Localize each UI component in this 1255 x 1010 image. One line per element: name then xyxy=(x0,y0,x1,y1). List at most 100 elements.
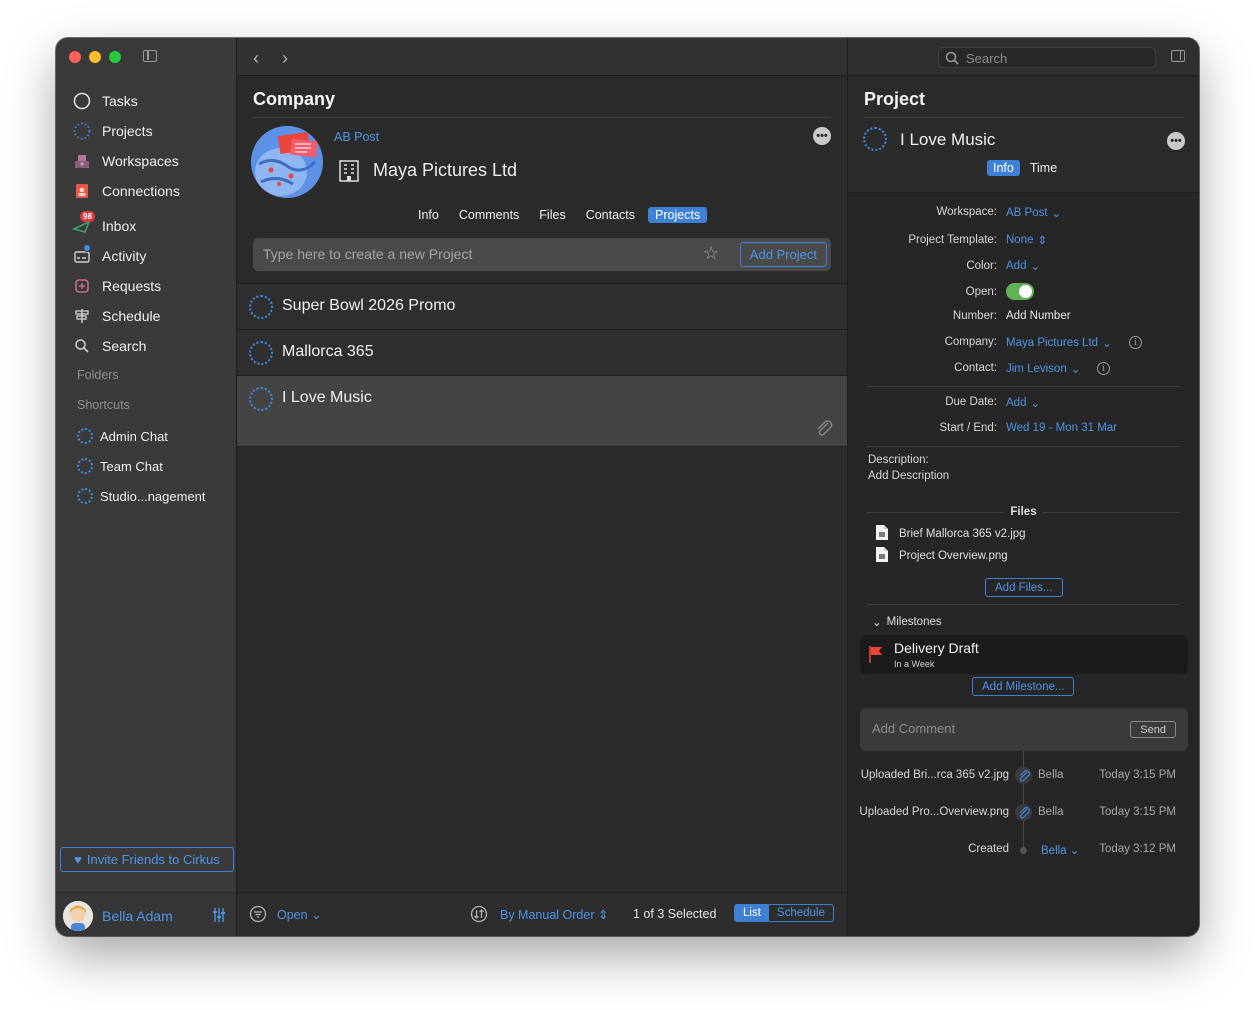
project-row-i-love-music[interactable]: I Love Music xyxy=(237,375,847,447)
document-icon xyxy=(875,524,889,544)
inspector-toggle-icon[interactable] xyxy=(1171,50,1185,62)
search-placeholder: Search xyxy=(966,51,1008,66)
file-item[interactable]: Project Overview.png xyxy=(875,546,1008,566)
page-title: Company xyxy=(253,89,336,109)
template-dropdown[interactable]: None ⇕ xyxy=(1006,233,1047,247)
sidebar-item-tasks[interactable]: Tasks xyxy=(72,90,138,112)
zoom-window-button[interactable] xyxy=(109,51,121,63)
filter-dropdown[interactable]: Open ⌄ xyxy=(277,907,322,922)
avatar[interactable] xyxy=(63,901,93,931)
filter-icon[interactable] xyxy=(249,905,267,926)
more-options-button[interactable]: ••• xyxy=(813,127,831,145)
minimize-window-button[interactable] xyxy=(89,51,101,63)
contact-label: Contact: xyxy=(954,362,997,374)
star-icon[interactable]: ☆ xyxy=(703,243,719,264)
shortcut-team-chat[interactable]: Team Chat xyxy=(77,456,163,476)
sidebar-item-projects[interactable]: Projects xyxy=(72,120,153,142)
project-title: Mallorca 365 xyxy=(282,343,374,360)
inspector-header: Project I Love Music ••• Info Time xyxy=(848,77,1199,193)
workspace-label: Workspace: xyxy=(936,206,997,218)
tab-info[interactable]: Info xyxy=(411,207,446,223)
sidebar-item-requests[interactable]: Requests xyxy=(72,275,161,297)
tab-contacts[interactable]: Contacts xyxy=(579,207,642,223)
contact-dropdown[interactable]: Jim Levison ⌄ xyxy=(1006,362,1080,376)
milestones-header[interactable]: ⌄ Milestones xyxy=(872,615,942,629)
add-project-button[interactable]: Add Project xyxy=(739,242,827,267)
forward-chevron-icon[interactable]: › xyxy=(282,48,288,69)
search-field[interactable]: Search xyxy=(938,47,1156,68)
sidebar-toggle-icon[interactable] xyxy=(143,50,157,62)
middle-footer: Open ⌄ By Manual Order ⇕ 1 of 3 Selected… xyxy=(237,892,847,936)
project-name[interactable]: I Love Music xyxy=(900,130,995,150)
workspace-link[interactable]: AB Post xyxy=(334,130,379,144)
color-dropdown[interactable]: Add ⌄ xyxy=(1006,259,1040,273)
project-row-super-bowl[interactable]: Super Bowl 2026 Promo xyxy=(237,283,847,329)
project-status-icon[interactable] xyxy=(863,127,887,151)
sidebar-item-connections[interactable]: Connections xyxy=(72,180,180,202)
sidebar-item-workspaces[interactable]: Workspaces xyxy=(72,150,179,172)
due-date-label: Due Date: xyxy=(945,396,997,408)
shortcut-label: Studio...nagement xyxy=(100,488,206,504)
workspace-dropdown[interactable]: AB Post ⌄ xyxy=(1006,206,1061,220)
chevron-down-icon: ⌄ xyxy=(1102,338,1112,350)
sidebar-item-search[interactable]: Search xyxy=(72,335,146,357)
view-switcher: List Schedule xyxy=(734,904,834,922)
shortcut-studio-management[interactable]: Studio...nagement xyxy=(77,486,206,506)
user-name[interactable]: Bella Adam xyxy=(102,908,173,924)
sidebar-item-activity[interactable]: Activity xyxy=(72,244,146,267)
list-view-button[interactable]: List xyxy=(735,905,769,921)
project-status-icon[interactable] xyxy=(249,295,273,319)
company-info-icon[interactable]: i xyxy=(1129,336,1142,349)
tab-comments[interactable]: Comments xyxy=(452,207,526,223)
back-chevron-icon[interactable]: ‹ xyxy=(253,48,259,69)
folders-section-label[interactable]: Folders xyxy=(77,368,119,382)
file-item[interactable]: Brief Mallorca 365 v2.jpg xyxy=(875,524,1026,544)
open-toggle[interactable] xyxy=(1006,283,1034,300)
timeline-line xyxy=(1023,751,1024,851)
project-status-icon[interactable] xyxy=(249,387,273,411)
schedule-view-button[interactable]: Schedule xyxy=(769,905,833,921)
dotted-circle-icon xyxy=(77,428,93,444)
tab-info[interactable]: Info xyxy=(987,160,1020,176)
contact-info-icon[interactable]: i xyxy=(1097,362,1110,375)
contact-value: Jim Levison xyxy=(1006,363,1067,375)
sidebar-item-label: Workspaces xyxy=(102,153,179,169)
preferences-sliders-icon[interactable] xyxy=(212,907,226,926)
add-milestone-button[interactable]: Add Milestone... xyxy=(972,677,1075,696)
invite-friends-button[interactable]: ♥ Invite Friends to Cirkus xyxy=(60,847,234,872)
shortcuts-section-label[interactable]: Shortcuts xyxy=(77,398,130,412)
chevron-down-icon: ⌄ xyxy=(872,617,882,629)
timeline-user[interactable]: Bella xyxy=(1038,806,1064,818)
timeline-user[interactable]: Bella xyxy=(1038,769,1064,781)
start-end-value[interactable]: Wed 19 - Mon 31 Mar xyxy=(1006,422,1117,434)
shortcut-admin-chat[interactable]: Admin Chat xyxy=(77,426,168,446)
sidebar-item-inbox[interactable]: 98 Inbox xyxy=(72,211,136,237)
sort-icon[interactable] xyxy=(470,905,488,926)
inspector-title: Project xyxy=(864,89,926,109)
project-status-icon[interactable] xyxy=(249,341,273,365)
tab-files[interactable]: Files xyxy=(532,207,572,223)
send-button[interactable]: Send xyxy=(1130,721,1176,738)
company-logo xyxy=(251,126,323,198)
connections-icon xyxy=(72,181,92,201)
divider xyxy=(867,446,1180,447)
number-value[interactable]: Add Number xyxy=(1006,310,1071,322)
sort-dropdown[interactable]: By Manual Order ⇕ xyxy=(500,907,608,922)
company-dropdown[interactable]: Maya Pictures Ltd ⌄ xyxy=(1006,336,1112,350)
sidebar-item-schedule[interactable]: Schedule xyxy=(72,305,160,327)
add-files-button[interactable]: Add Files... xyxy=(985,578,1063,597)
comment-input[interactable]: Add Comment xyxy=(872,721,955,736)
created-by-dropdown[interactable]: Bella ⌄ xyxy=(1041,843,1079,857)
more-options-button[interactable]: ••• xyxy=(1167,132,1185,150)
timeline-time: Today 3:12 PM xyxy=(1099,843,1176,855)
description-field[interactable]: Add Description xyxy=(868,470,949,482)
milestone-item[interactable]: Delivery Draft In a Week xyxy=(860,635,1188,674)
project-row-mallorca[interactable]: Mallorca 365 xyxy=(237,329,847,375)
close-window-button[interactable] xyxy=(69,51,81,63)
tab-projects[interactable]: Projects xyxy=(648,207,708,223)
search-icon xyxy=(945,51,959,68)
tab-time[interactable]: Time xyxy=(1024,160,1063,176)
due-date-dropdown[interactable]: Add ⌄ xyxy=(1006,396,1040,410)
new-project-input[interactable]: Type here to create a new Project xyxy=(263,246,472,262)
divider xyxy=(253,117,831,118)
